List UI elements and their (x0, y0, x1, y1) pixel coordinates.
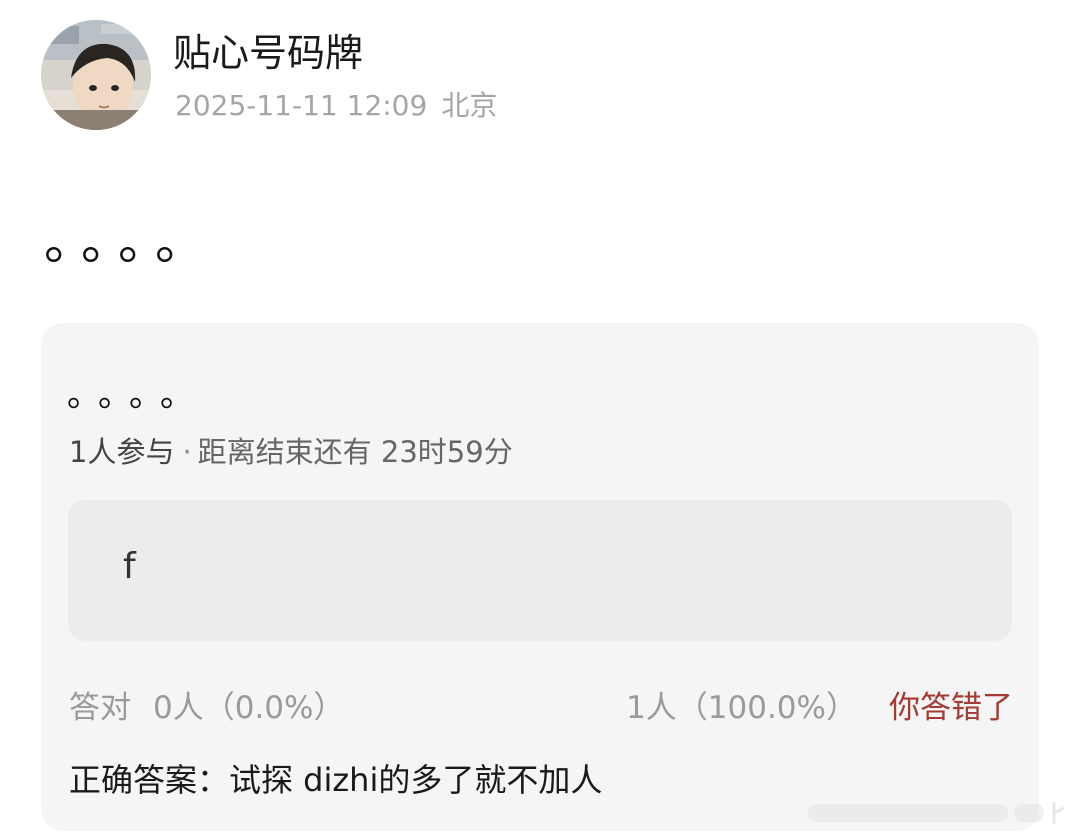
correct-result: 答对 0人（0.0%） (69, 686, 344, 730)
poll-option[interactable]: f (68, 500, 1012, 641)
poll-card: 。。。。 1人参与 · 距离结束还有 23时59分 f 答对 0人（0.0%） 1人（… (41, 323, 1039, 831)
wrong-stats: 1人（100.0%） (626, 690, 857, 726)
correct-stats: 0人（0.0%） (153, 690, 345, 726)
poll-separator: · (182, 435, 192, 469)
avatar-image (41, 20, 151, 130)
wrong-status: 你答错了 (889, 690, 1013, 726)
wrong-result: 1人（100.0%） 你答错了 (626, 686, 1013, 730)
post-text: 。。。。 (44, 213, 217, 271)
correct-answer: 正确答案：试探 dizhi的多了就不加人 (69, 761, 603, 799)
poll-option-label: f (123, 546, 136, 587)
poll-results: 答对 0人（0.0%） 1人（100.0%） 你答错了 (69, 686, 1013, 730)
poll-participants: 1人参与 (69, 435, 175, 469)
watermark-icon (808, 802, 1065, 824)
poll-remaining-time: 距离结束还有 23时59分 (197, 435, 513, 469)
weibo-post: 贴心号码牌 2025-11-11 12:09 北京 。。。。 。。。。 1人参与 ·… (0, 0, 1080, 839)
correct-label: 答对 (69, 690, 131, 726)
post-meta: 2025-11-11 12:09 北京 (175, 88, 497, 124)
post-timestamp: 2025-11-11 12:09 (175, 89, 428, 122)
poll-title: 。。。。 (67, 375, 208, 415)
poll-stats: 1人参与 · 距离结束还有 23时59分 (69, 432, 513, 472)
post-location: 北京 (441, 89, 498, 122)
user-avatar[interactable] (41, 20, 151, 130)
username[interactable]: 贴心号码牌 (173, 30, 363, 76)
